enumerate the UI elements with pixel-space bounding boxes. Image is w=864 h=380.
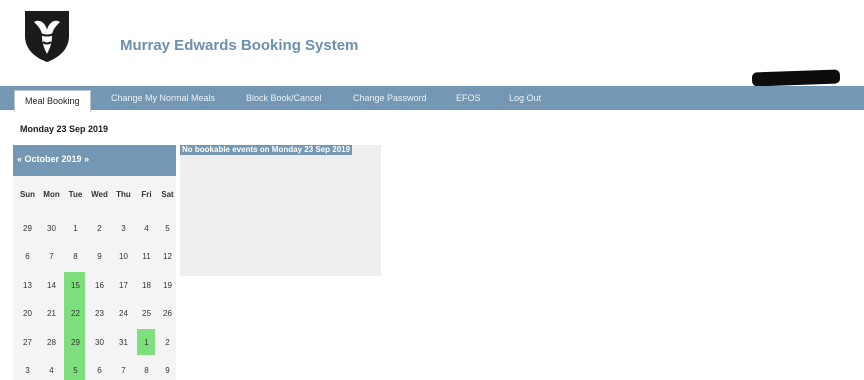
calendar-day[interactable]: 1 [64, 224, 87, 233]
nav-bar: Meal Booking Change My Normal Meals Bloc… [0, 86, 864, 112]
calendar-day[interactable]: 2 [88, 224, 111, 233]
weekday-header: Fri [141, 190, 152, 199]
calendar-day[interactable]: 20 [16, 309, 39, 318]
weekday-header: Sat [161, 190, 174, 199]
calendar-day[interactable]: 9 [156, 366, 179, 375]
calendar-day[interactable]: 7 [112, 366, 135, 375]
calendar-day[interactable]: 22 [64, 309, 87, 318]
calendar-header: « October 2019 » [13, 145, 176, 176]
calendar-day[interactable]: 21 [40, 309, 63, 318]
calendar-day[interactable]: 24 [112, 309, 135, 318]
calendar-day[interactable]: 31 [112, 338, 135, 347]
calendar-day[interactable]: 29 [16, 224, 39, 233]
calendar-day[interactable]: 23 [88, 309, 111, 318]
calendar-day[interactable]: 11 [135, 252, 158, 261]
calendar-day[interactable]: 28 [40, 338, 63, 347]
month-navigation: « October 2019 » [17, 154, 89, 164]
tab-meal-booking[interactable]: Meal Booking [14, 90, 91, 112]
weekday-header: Mon [43, 190, 60, 199]
calendar-day[interactable]: 16 [88, 281, 111, 290]
tab-efos[interactable]: EFOS [456, 86, 481, 110]
calendar-day[interactable]: 1 [135, 338, 158, 347]
calendar-day[interactable]: 12 [156, 252, 179, 261]
redacted-username [751, 69, 841, 87]
calendar-day[interactable]: 8 [135, 366, 158, 375]
calendar-day[interactable]: 3 [112, 224, 135, 233]
app-title: Murray Edwards Booking System [120, 37, 359, 54]
calendar-day[interactable]: 18 [135, 281, 158, 290]
calendar-day[interactable]: 6 [16, 252, 39, 261]
calendar-day[interactable]: 2 [156, 338, 179, 347]
calendar-day[interactable]: 26 [156, 309, 179, 318]
tab-change-password[interactable]: Change Password [353, 86, 427, 110]
month-label: October 2019 [24, 154, 82, 164]
weekday-header: Sun [19, 190, 36, 199]
calendar-day[interactable]: 30 [88, 338, 111, 347]
calendar-day[interactable]: 14 [40, 281, 63, 290]
weekday-header: Thu [116, 190, 131, 199]
calendar-day[interactable]: 3 [16, 366, 39, 375]
calendar-day[interactable]: 9 [88, 252, 111, 261]
college-crest-icon [25, 11, 69, 62]
calendar-day[interactable]: 5 [64, 366, 87, 375]
no-events-message: No bookable events on Monday 23 Sep 2019 [180, 145, 353, 155]
calendar-day[interactable]: 6 [88, 366, 111, 375]
weekday-header: Tue [68, 190, 83, 199]
calendar-day[interactable]: 29 [64, 338, 87, 347]
calendar-day[interactable]: 30 [40, 224, 63, 233]
calendar-day[interactable]: 13 [16, 281, 39, 290]
calendar-day[interactable]: 4 [135, 224, 158, 233]
calendar-day[interactable]: 15 [64, 281, 87, 290]
calendar-day[interactable]: 17 [112, 281, 135, 290]
tab-block-book-cancel[interactable]: Block Book/Cancel [246, 86, 322, 110]
weekday-header: Wed [91, 190, 108, 199]
calendar-day[interactable]: 27 [16, 338, 39, 347]
calendar-day[interactable]: 25 [135, 309, 158, 318]
tab-log-out[interactable]: Log Out [509, 86, 541, 110]
calendar-day[interactable]: 8 [64, 252, 87, 261]
calendar-day[interactable]: 10 [112, 252, 135, 261]
selected-date-heading: Monday 23 Sep 2019 [20, 124, 109, 134]
calendar-day[interactable]: 4 [40, 366, 63, 375]
events-panel [180, 145, 381, 276]
tab-change-normal-meals[interactable]: Change My Normal Meals [111, 86, 215, 110]
next-month-link[interactable]: » [84, 154, 89, 164]
calendar-day[interactable]: 5 [156, 224, 179, 233]
calendar-day[interactable]: 19 [156, 281, 179, 290]
calendar-day[interactable]: 7 [40, 252, 63, 261]
prev-month-link[interactable]: « [17, 154, 22, 164]
